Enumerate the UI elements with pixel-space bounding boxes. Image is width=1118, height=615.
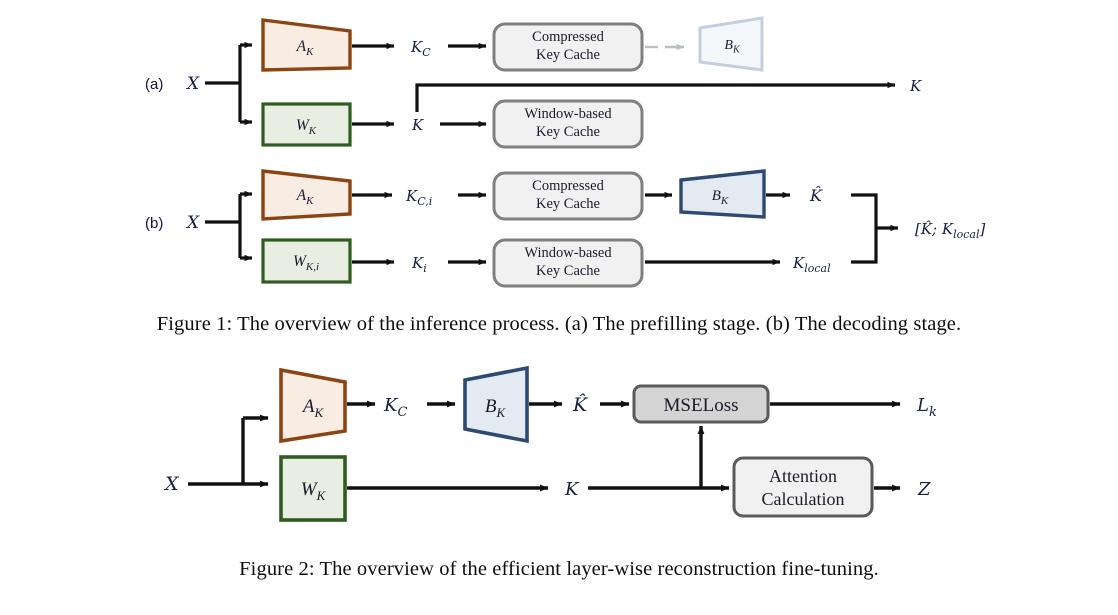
window-cache-b-line1: Window-based <box>524 245 612 261</box>
figure2-label-compressed-key: KC <box>383 395 407 420</box>
label-compressed-key: KC <box>410 38 431 59</box>
figure-2-caption: Figure 2: The overview of the efficient … <box>239 558 879 580</box>
block-w-k: WK <box>261 102 352 147</box>
figure2-label-reconstructed-key: K̂ <box>572 394 589 416</box>
panel-b-input-label: X <box>185 213 200 233</box>
window-based-key-cache-a: Window-based Key Cache <box>492 99 644 149</box>
label-concat-output: [K̂; Klocal] <box>915 220 985 241</box>
label-window-key: K <box>411 116 424 134</box>
block-b-k-disabled: BK <box>698 16 764 72</box>
mse-loss-block: MSELoss <box>632 384 770 424</box>
compressed-key-cache-b-line2: Key Cache <box>536 196 600 212</box>
compressed-key-cache-a: Compressed Key Cache <box>492 22 644 72</box>
panel-a: (a) X AK WK KC Compressed Key Cache BK K… <box>145 16 922 149</box>
block-a-k-b: AK <box>261 169 352 221</box>
window-cache-b-line2: Key Cache <box>536 263 600 279</box>
figure2-label-loss-output: Lk <box>916 395 937 420</box>
figure-2: X AK WK KC BK K̂ MSELoss Lk K Attention … <box>0 360 1118 545</box>
label-local-key: Klocal <box>792 254 831 275</box>
mse-loss-label: MSELoss <box>664 395 739 416</box>
compressed-key-cache-line1: Compressed <box>532 29 604 45</box>
label-reconstructed-key: K̂ <box>809 186 823 205</box>
figure2-block-b-k: BK <box>463 365 529 444</box>
block-a-k: AK <box>261 18 352 72</box>
compressed-key-cache-b: Compressed Key Cache <box>492 171 644 221</box>
attention-calculation-line1: Attention <box>769 466 837 486</box>
figure2-input-bus <box>188 414 269 488</box>
figure2-label-attention-output: Z <box>917 479 931 500</box>
panel-a-label: (a) <box>145 76 163 93</box>
panel-b: (b) X AK WK,i KC,i Compressed Key Cache … <box>145 169 985 288</box>
figure-1: (a) X AK WK KC Compressed Key Cache BK K… <box>0 0 1118 300</box>
label-window-key-i: Ki <box>411 254 427 275</box>
figure2-input-label: X <box>163 473 180 495</box>
figure-1-caption: Figure 1: The overview of the inference … <box>156 313 962 335</box>
panel-a-output-bus <box>415 81 896 112</box>
figure2-block-w-k: WK <box>279 455 347 522</box>
concat-merge-bracket <box>851 193 899 264</box>
attention-calculation-line2: Calculation <box>762 489 845 509</box>
panel-a-input-label: X <box>185 74 200 94</box>
compressed-key-cache-b-line1: Compressed <box>532 178 604 194</box>
figure2-block-a-k: AK <box>279 367 347 444</box>
label-compressed-key-i: KC,i <box>405 187 432 208</box>
block-w-k-i: WK,i <box>261 238 352 284</box>
compressed-key-cache-line2: Key Cache <box>536 47 600 63</box>
figure-page: (a) X AK WK KC Compressed Key Cache BK K… <box>0 0 1118 615</box>
panel-b-input-bus <box>205 190 253 262</box>
block-b-k: BK <box>679 169 766 219</box>
window-cache-line1: Window-based <box>524 106 612 122</box>
window-based-key-cache-b: Window-based Key Cache <box>492 238 644 288</box>
panel-b-label: (b) <box>145 215 163 232</box>
panel-a-output-label: K <box>909 77 922 95</box>
window-cache-line2: Key Cache <box>536 124 600 140</box>
panel-a-input-bus <box>205 41 253 126</box>
attention-calculation-block: Attention Calculation <box>732 456 874 518</box>
figure2-label-key: K <box>564 479 580 500</box>
